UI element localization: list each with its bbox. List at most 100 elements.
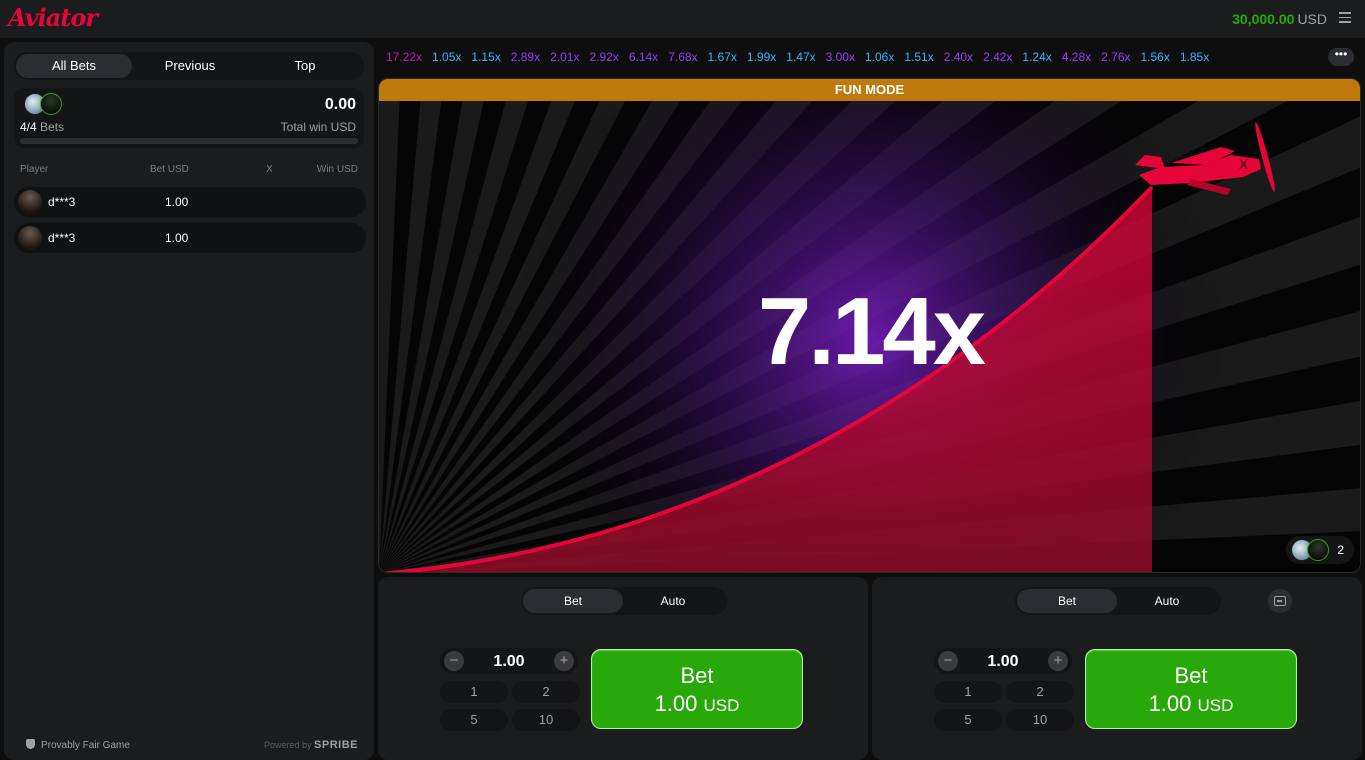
players-count: 2	[1337, 543, 1344, 557]
multiplier-history-item[interactable]: 1.15x	[471, 50, 500, 64]
players-online-chip: 2	[1286, 536, 1354, 564]
multiplier-history-item[interactable]: 4.28x	[1062, 50, 1091, 64]
tab-bet[interactable]: Bet	[523, 589, 623, 613]
table-row: d***3 1.00	[14, 187, 366, 217]
place-bet-button[interactable]: Bet 1.00 USD	[591, 649, 803, 729]
quick-amount-button[interactable]: 1	[934, 681, 1002, 703]
multiplier-history-item[interactable]: 6.14x	[629, 50, 658, 64]
top-bar: Aviator 30,000.00 USD	[0, 0, 1365, 38]
quick-amount-button[interactable]: 5	[440, 709, 508, 731]
multiplier-history-item[interactable]: 1.51x	[904, 50, 933, 64]
multiplier-history-item[interactable]: 2.76x	[1101, 50, 1130, 64]
remove-panel-button[interactable]	[1268, 589, 1292, 613]
bet-button-value: 1.00	[1148, 691, 1192, 716]
multiplier-history-item[interactable]: 2.42x	[983, 50, 1012, 64]
bet-amount-stepper: − 1.00 +	[934, 648, 1072, 674]
powered-by: Powered by SPRIBE	[264, 739, 358, 751]
quick-amount-button[interactable]: 5	[934, 709, 1002, 731]
column-win: Win USD	[316, 164, 358, 175]
quick-amount-button[interactable]: 2	[1006, 681, 1074, 703]
provably-fair-link[interactable]: Provably Fair Game	[26, 739, 130, 751]
increase-bet-button[interactable]: +	[554, 651, 574, 671]
total-win-value: 0.00	[324, 96, 356, 113]
multiplier-history: 17.22x 1.05x 1.15x 2.89x 2.01x 2.92x 6.14x 7.68…	[386, 48, 1326, 68]
current-multiplier: 7.14x	[757, 278, 986, 385]
bets-tabs: All Bets Previous Top	[14, 52, 364, 80]
multiplier-history-item[interactable]: 1.85x	[1180, 50, 1209, 64]
multiplier-history-item[interactable]: 7.68x	[668, 50, 697, 64]
bet-button-amount: 1.00 USD	[592, 691, 802, 717]
multiplier-history-item[interactable]: 1.05x	[432, 50, 461, 64]
avatar	[1307, 539, 1329, 561]
bet-amount-input[interactable]: 1.00	[958, 653, 1048, 671]
tab-all-bets[interactable]: All Bets	[16, 54, 132, 78]
more-history-button[interactable]: •••	[1328, 48, 1354, 66]
game-canvas: FUN MODE X 7.14x 2	[378, 78, 1361, 573]
increase-bet-button[interactable]: +	[1048, 651, 1068, 671]
multiplier-history-item[interactable]: 3.00x	[826, 50, 855, 64]
multiplier-history-item[interactable]: 1.67x	[708, 50, 737, 64]
bets-sidebar: All Bets Previous Top 4/4 Bets 0.00 Tota…	[4, 42, 374, 760]
tab-top[interactable]: Top	[248, 54, 362, 78]
player-name: d***3	[48, 231, 76, 245]
tab-bet[interactable]: Bet	[1017, 589, 1117, 613]
bet-button-currency: USD	[703, 696, 740, 715]
tab-auto[interactable]: Auto	[623, 589, 723, 613]
total-win-label: Total win USD	[280, 120, 356, 134]
decrease-bet-button[interactable]: −	[444, 651, 464, 671]
bet-amount-input[interactable]: 1.00	[464, 653, 554, 671]
bet-panel-1: Bet Auto − 1.00 + 1 2 5 10 Bet 1.00 USD	[378, 577, 868, 760]
balance-display: 30,000.00 USD	[1232, 11, 1327, 27]
multiplier-history-item[interactable]: 1.99x	[747, 50, 776, 64]
player-bet: 1.00	[165, 195, 189, 209]
multiplier-history-item[interactable]: 1.24x	[1022, 50, 1051, 64]
spribe-logo: SPRIBE	[314, 739, 358, 751]
balance-currency: USD	[1297, 11, 1327, 27]
bets-summary: 4/4 Bets 0.00 Total win USD	[14, 88, 364, 148]
place-bet-button[interactable]: Bet 1.00 USD	[1085, 649, 1297, 729]
bet-button-value: 1.00	[654, 691, 698, 716]
quick-amount-button[interactable]: 10	[1006, 709, 1074, 731]
quick-amount-button[interactable]: 10	[512, 709, 580, 731]
powered-by-label: Powered by	[263, 740, 312, 750]
quick-amount-button[interactable]: 2	[512, 681, 580, 703]
multiplier-history-item[interactable]: 2.01x	[550, 50, 579, 64]
multiplier-history-item[interactable]: 2.40x	[944, 50, 973, 64]
tab-auto[interactable]: Auto	[1117, 589, 1217, 613]
avatar-group	[24, 93, 64, 115]
bet-button-label: Bet	[680, 663, 714, 688]
table-row: d***3 1.00	[14, 223, 366, 253]
bet-button-currency: USD	[1197, 696, 1234, 715]
bet-mode-tabs: Bet Auto	[1015, 587, 1221, 615]
decrease-bet-button[interactable]: −	[938, 651, 958, 671]
bet-count-value: 4/4	[20, 120, 37, 134]
bet-panel-2: Bet Auto − 1.00 + 1 2 5 10 Bet 1.00 USD	[872, 577, 1362, 760]
bet-mode-tabs: Bet Auto	[521, 587, 727, 615]
bet-amount-stepper: − 1.00 +	[440, 648, 578, 674]
bet-count: 4/4 Bets	[20, 120, 64, 134]
multiplier-history-item[interactable]: 1.56x	[1141, 50, 1170, 64]
bets-progress-bar	[20, 138, 358, 144]
avatar	[40, 93, 62, 115]
minus-square-icon	[1274, 596, 1286, 606]
multiplier-history-item[interactable]: 1.06x	[865, 50, 894, 64]
tab-previous[interactable]: Previous	[132, 54, 248, 78]
hamburger-menu-icon[interactable]	[1339, 12, 1351, 23]
column-x: X	[266, 164, 273, 175]
multiplier-history-item[interactable]: 17.22x	[386, 50, 422, 64]
multiplier-history-item[interactable]: 1.47x	[786, 50, 815, 64]
svg-text:X: X	[1239, 156, 1249, 172]
bet-button-label: Bet	[1174, 663, 1208, 688]
column-bet: Bet USD	[150, 164, 189, 175]
multiplier-history-item[interactable]: 2.89x	[511, 50, 540, 64]
player-name: d***3	[48, 195, 76, 209]
quick-amount-button[interactable]: 1	[440, 681, 508, 703]
multiplier-history-item[interactable]: 2.92x	[589, 50, 618, 64]
app-logo[interactable]: Aviator	[8, 3, 98, 32]
column-player: Player	[20, 164, 49, 175]
player-bet: 1.00	[165, 231, 189, 245]
shield-icon	[26, 739, 35, 749]
fun-mode-banner: FUN MODE	[379, 79, 1360, 101]
avatar	[18, 226, 42, 250]
balance-amount: 30,000.00	[1232, 11, 1295, 27]
